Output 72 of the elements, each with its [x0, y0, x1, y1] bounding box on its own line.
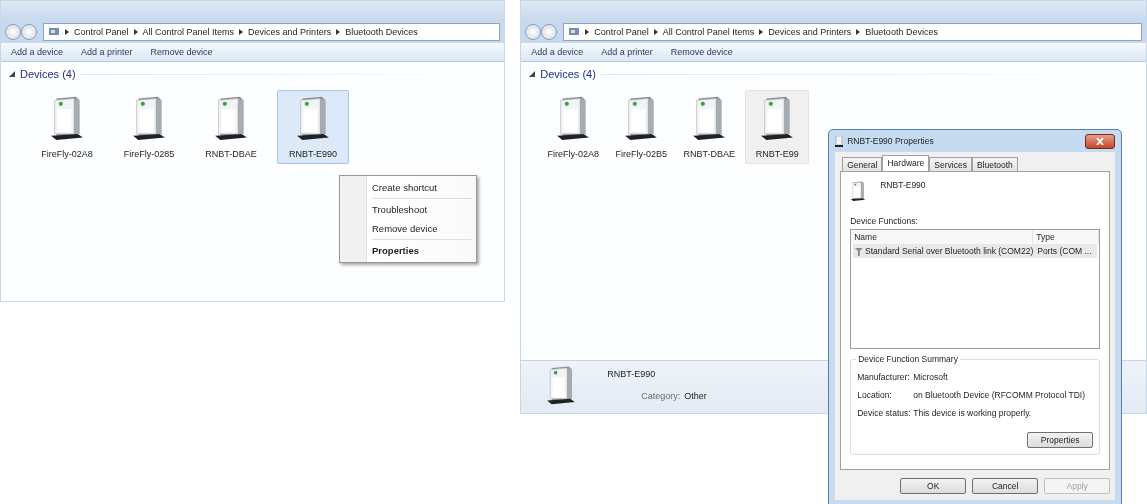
chevron-icon: [759, 29, 764, 35]
breadcrumb[interactable]: Devices and Printers: [768, 27, 852, 37]
category-value: Other: [684, 391, 707, 401]
close-icon: [1096, 137, 1105, 145]
control-panel-icon: [568, 27, 581, 37]
menu-item[interactable]: Properties: [342, 241, 474, 260]
control-panel-icon: [48, 27, 60, 37]
menu-item[interactable]: Create shortcut: [342, 178, 474, 197]
chevron-icon: [336, 29, 341, 35]
device-name: RNBT-E990: [607, 369, 657, 379]
field-label: Device status:: [857, 408, 912, 418]
chevron-icon: [856, 29, 861, 35]
field-value: Microsoft: [913, 372, 949, 382]
device-name: RNBT-E990: [880, 180, 926, 190]
chevron-icon: [653, 29, 658, 35]
field-label: Manufacturer:: [857, 372, 911, 382]
column-header[interactable]: Type: [1033, 230, 1100, 244]
close-button[interactable]: [1085, 133, 1116, 149]
device-item[interactable]: RNBT-DBAE: [677, 90, 742, 164]
field-value: This device is working properly.: [913, 408, 1033, 418]
dialog-title: RNBT-E990 Properties: [847, 136, 935, 146]
section-label: Device Functions:: [850, 216, 919, 226]
port-icon: [855, 246, 863, 256]
dialog-button[interactable]: OK: [900, 478, 967, 494]
toolbar-button[interactable]: Remove device: [670, 47, 733, 57]
table-cell-text: Ports (COM ...: [1036, 245, 1093, 258]
device-item[interactable]: RNBT-DBAE: [195, 90, 267, 164]
toolbar-button[interactable]: Remove device: [150, 47, 213, 57]
breadcrumb[interactable]: Control Panel: [594, 27, 649, 37]
breadcrumb[interactable]: Devices and Printers: [248, 27, 332, 37]
table-cell: Standard Serial over Bluetooth link (COM22): [853, 244, 1036, 258]
device-item[interactable]: RNBT-E99: [745, 90, 810, 164]
address-bar[interactable]: Control Panel All Control Panel Items Devices and Printers Bluetooth Devices: [43, 23, 501, 41]
toolbar-button[interactable]: Add a printer: [81, 47, 133, 57]
breadcrumb[interactable]: All Control Panel Items: [142, 27, 235, 37]
address-bar[interactable]: Control Panel All Control Panel Items Devices and Printers Bluetooth Devices: [563, 23, 1142, 41]
chevron-icon: [239, 29, 244, 35]
device-icon: [835, 135, 844, 147]
device-item[interactable]: FireFly-02A8: [31, 90, 103, 164]
caret-icon[interactable]: [529, 71, 536, 77]
category-label: Category:: [641, 391, 681, 401]
breadcrumb[interactable]: All Control Panel Items: [662, 27, 755, 37]
chevron-icon: [65, 29, 69, 35]
menu-item[interactable]: Remove device: [342, 219, 474, 238]
field-label: Location:: [857, 390, 893, 400]
device-item[interactable]: FireFly-02A8: [541, 90, 606, 164]
forward-button[interactable]: [541, 24, 558, 40]
column-header[interactable]: Name: [851, 230, 1034, 244]
group-header[interactable]: Devices (4): [540, 68, 596, 80]
caret-icon[interactable]: [9, 71, 15, 77]
chevron-icon: [133, 29, 138, 35]
field-value: on Bluetooth Device (RFCOMM Protocol TDI): [913, 390, 1086, 400]
device-item[interactable]: FireFly-0285: [113, 90, 185, 164]
list-row[interactable]: Standard Serial over Bluetooth link (COM22) Ports (COM ...: [853, 244, 1098, 258]
toolbar-button[interactable]: Add a device: [531, 47, 584, 57]
device-icon: [850, 180, 867, 202]
forward-button[interactable]: [21, 24, 37, 40]
properties-button[interactable]: Properties: [1027, 432, 1094, 448]
group-title: Device Function Summary: [856, 354, 960, 364]
menu-item[interactable]: Troubleshoot: [342, 200, 474, 219]
breadcrumb[interactable]: Bluetooth Devices: [345, 27, 418, 37]
device-item[interactable]: FireFly-02B5: [609, 90, 674, 164]
dialog-button[interactable]: Cancel: [972, 478, 1039, 494]
toolbar-button[interactable]: Add a printer: [601, 47, 653, 57]
breadcrumb[interactable]: Control Panel: [74, 27, 129, 37]
back-button[interactable]: [5, 24, 21, 40]
device-item[interactable]: RNBT-E990: [277, 90, 349, 164]
back-button[interactable]: [525, 24, 542, 40]
breadcrumb[interactable]: Bluetooth Devices: [865, 27, 938, 37]
chevron-icon: [585, 29, 590, 35]
toolbar-button[interactable]: Add a device: [11, 47, 64, 57]
group-header[interactable]: Devices (4): [20, 68, 76, 80]
